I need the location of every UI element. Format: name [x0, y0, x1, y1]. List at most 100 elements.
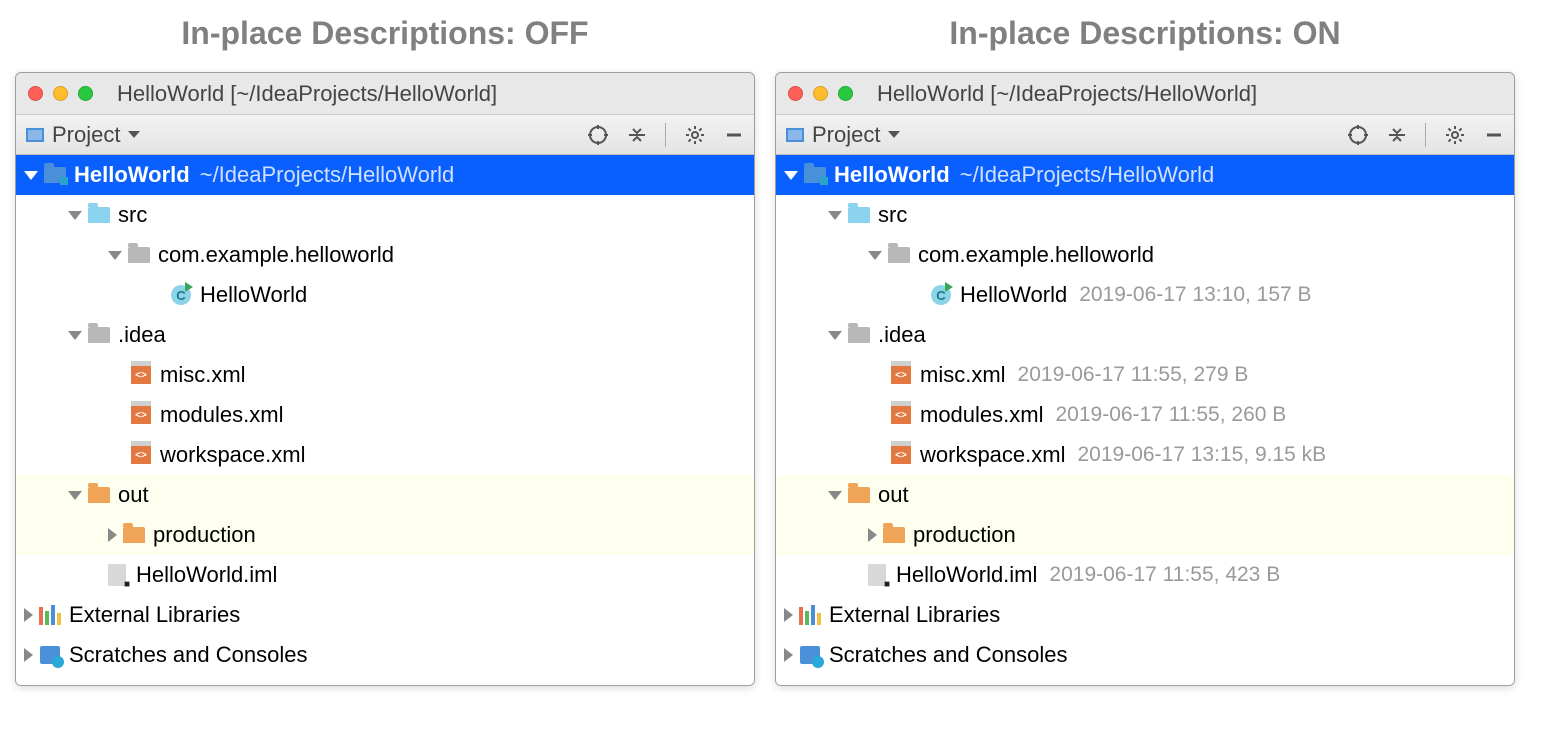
- iml-file-icon: [106, 566, 128, 584]
- scratch-icon: [39, 646, 61, 664]
- project-tree[interactable]: HelloWorld~/IdeaProjects/HelloWorldsrcco…: [776, 155, 1514, 685]
- gear-icon[interactable]: [684, 124, 706, 146]
- tree-item-label: workspace.xml: [160, 442, 305, 468]
- expand-arrow-down-icon[interactable]: [24, 171, 38, 180]
- tree-row[interactable]: out: [776, 475, 1514, 515]
- folder-icon: [88, 326, 110, 344]
- panel-icon: [786, 128, 804, 142]
- tree-row[interactable]: com.example.helloworld: [776, 235, 1514, 275]
- tree-row[interactable]: External Libraries: [776, 595, 1514, 635]
- source-folder-icon: [88, 206, 110, 224]
- tree-item-description: 2019-06-17 13:10, 157 B: [1079, 283, 1311, 307]
- tree-item-label: HelloWorld.iml: [896, 562, 1037, 588]
- tree-row[interactable]: CHelloWorld2019-06-17 13:10, 157 B: [776, 275, 1514, 315]
- expand-arrow-right-icon[interactable]: [24, 648, 33, 662]
- close-button[interactable]: [28, 86, 43, 101]
- window-title: HelloWorld [~/IdeaProjects/HelloWorld]: [877, 81, 1257, 107]
- expand-arrow-down-icon[interactable]: [108, 251, 122, 260]
- expand-arrow-down-icon[interactable]: [828, 211, 842, 220]
- titlebar: HelloWorld [~/IdeaProjects/HelloWorld]: [776, 73, 1514, 115]
- locate-icon[interactable]: [587, 124, 609, 146]
- expand-arrow-right-icon[interactable]: [784, 648, 793, 662]
- output-folder-icon: [848, 486, 870, 504]
- tree-row[interactable]: misc.xml: [16, 355, 754, 395]
- expand-arrow-right-icon[interactable]: [868, 528, 877, 542]
- tree-row[interactable]: CHelloWorld: [16, 275, 754, 315]
- minimize-button[interactable]: [813, 86, 828, 101]
- tree-item-label: production: [153, 522, 256, 548]
- tree-item-description: 2019-06-17 11:55, 260 B: [1055, 403, 1286, 427]
- tree-row[interactable]: .idea: [776, 315, 1514, 355]
- module-folder-icon: [44, 166, 66, 184]
- project-tree[interactable]: HelloWorld ~/IdeaProjects/HelloWorld srcco…: [16, 155, 754, 685]
- tree-item-path: ~/IdeaProjects/HelloWorld: [960, 162, 1215, 188]
- view-selector-label[interactable]: Project: [812, 122, 880, 148]
- tree-item-path: ~/IdeaProjects/HelloWorld: [200, 162, 455, 188]
- expand-arrow-down-icon[interactable]: [784, 171, 798, 180]
- minimize-button[interactable]: [53, 86, 68, 101]
- tree-row[interactable]: HelloWorld~/IdeaProjects/HelloWorld: [776, 155, 1514, 195]
- tree-row[interactable]: Scratches and Consoles: [776, 635, 1514, 675]
- tree-row[interactable]: workspace.xml2019-06-17 13:15, 9.15 kB: [776, 435, 1514, 475]
- collapse-all-icon[interactable]: [1387, 125, 1407, 145]
- output-folder-icon: [88, 486, 110, 504]
- tree-row[interactable]: HelloWorld ~/IdeaProjects/HelloWorld: [16, 155, 754, 195]
- tree-item-label: HelloWorld.iml: [136, 562, 277, 588]
- tree-item-description: 2019-06-17 13:15, 9.15 kB: [1077, 443, 1326, 467]
- panel-icon: [26, 128, 44, 142]
- tree-item-label: HelloWorld: [960, 282, 1067, 308]
- tree-row[interactable]: Scratches and Consoles: [16, 635, 754, 675]
- tree-row[interactable]: HelloWorld.iml 2019-06-17 11:55, 423 B: [776, 555, 1514, 595]
- expand-arrow-down-icon[interactable]: [68, 211, 82, 220]
- tree-row[interactable]: production: [776, 515, 1514, 555]
- tree-item-label: Scratches and Consoles: [69, 642, 307, 668]
- tree-row[interactable]: HelloWorld.iml: [16, 555, 754, 595]
- ide-project-window: HelloWorld [~/IdeaProjects/HelloWorld]Pr…: [15, 72, 755, 686]
- expand-arrow-right-icon[interactable]: [24, 608, 33, 622]
- tree-item-label: src: [878, 202, 907, 228]
- expand-arrow-right-icon[interactable]: [784, 608, 793, 622]
- zoom-button[interactable]: [78, 86, 93, 101]
- tree-row[interactable]: com.example.helloworld: [16, 235, 754, 275]
- view-selector-label[interactable]: Project: [52, 122, 120, 148]
- scratch-icon: [799, 646, 821, 664]
- tree-row[interactable]: modules.xml2019-06-17 11:55, 260 B: [776, 395, 1514, 435]
- tree-row[interactable]: src: [16, 195, 754, 235]
- expand-arrow-down-icon[interactable]: [68, 491, 82, 500]
- tree-item-label: misc.xml: [160, 362, 246, 388]
- tree-row[interactable]: src: [776, 195, 1514, 235]
- zoom-button[interactable]: [838, 86, 853, 101]
- tree-row[interactable]: workspace.xml: [16, 435, 754, 475]
- xml-file-icon: [130, 446, 152, 464]
- chevron-down-icon[interactable]: [888, 131, 900, 138]
- folder-icon: [128, 246, 150, 264]
- tree-row[interactable]: misc.xml2019-06-17 11:55, 279 B: [776, 355, 1514, 395]
- class-icon: C: [170, 286, 192, 304]
- tree-row[interactable]: External Libraries: [16, 595, 754, 635]
- tree-item-label: com.example.helloworld: [918, 242, 1154, 268]
- tree-row[interactable]: production: [16, 515, 754, 555]
- expand-arrow-right-icon[interactable]: [108, 528, 117, 542]
- expand-arrow-down-icon[interactable]: [828, 491, 842, 500]
- close-button[interactable]: [788, 86, 803, 101]
- panel-caption: In-place Descriptions: ON: [775, 15, 1515, 52]
- hide-panel-icon[interactable]: [1484, 125, 1504, 145]
- iml-file-icon: [866, 566, 888, 584]
- tree-item-label: modules.xml: [160, 402, 283, 428]
- expand-arrow-down-icon[interactable]: [828, 331, 842, 340]
- expand-arrow-down-icon[interactable]: [68, 331, 82, 340]
- hide-panel-icon[interactable]: [724, 125, 744, 145]
- chevron-down-icon[interactable]: [128, 131, 140, 138]
- tree-row[interactable]: .idea: [16, 315, 754, 355]
- ide-project-window: HelloWorld [~/IdeaProjects/HelloWorld] Pr…: [775, 72, 1515, 686]
- tree-item-label: HelloWorld: [74, 162, 190, 188]
- gear-icon[interactable]: [1444, 124, 1466, 146]
- collapse-all-icon[interactable]: [627, 125, 647, 145]
- expand-arrow-down-icon[interactable]: [868, 251, 882, 260]
- tree-row[interactable]: modules.xml: [16, 395, 754, 435]
- tree-item-label: misc.xml: [920, 362, 1006, 388]
- tree-item-description: 2019-06-17 11:55, 423 B: [1049, 563, 1280, 587]
- tree-item-label: External Libraries: [69, 602, 240, 628]
- locate-icon[interactable]: [1347, 124, 1369, 146]
- tree-row[interactable]: out: [16, 475, 754, 515]
